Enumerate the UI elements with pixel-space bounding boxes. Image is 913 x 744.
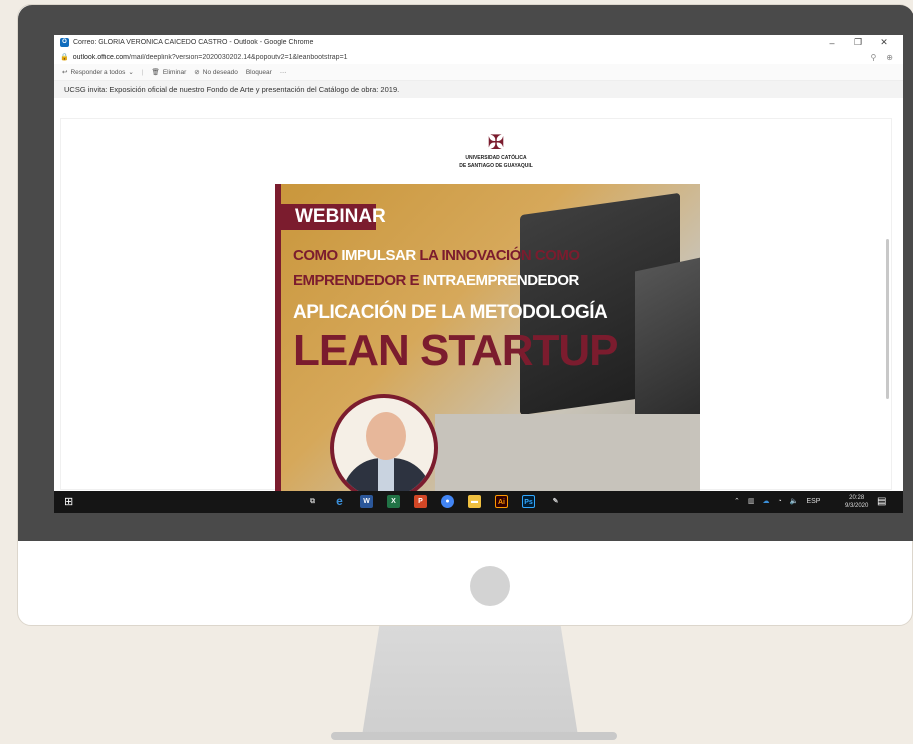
email-body: ✠ UNIVERSIDAD CATÓLICA DE SANTIAGO DE GU…: [60, 118, 892, 494]
banner-line-3: APLICACIÓN DE LA METODOLOGÍA: [293, 302, 608, 323]
system-tray: ⌃ ▥ ☁ ◔ 🔈 ESP: [734, 497, 820, 506]
second-monitor-image: [635, 256, 700, 432]
speaker-photo: [330, 394, 438, 494]
powerpoint-icon[interactable]: P: [414, 495, 427, 508]
illustrator-icon[interactable]: Ai: [495, 495, 508, 508]
scrollbar[interactable]: [886, 239, 889, 399]
wifi-icon[interactable]: ◔: [778, 498, 782, 505]
word-icon[interactable]: W: [360, 495, 373, 508]
notification-icon[interactable]: ▤: [877, 496, 886, 507]
mail-toolbar: ↩ Responder a todos ⌄ | 🗑 Eliminar ⊘ No …: [54, 64, 903, 81]
url-text[interactable]: outlook.office.com/mail/deeplink?version…: [73, 54, 871, 61]
chevron-up-icon[interactable]: ⌃: [734, 497, 740, 505]
language-indicator[interactable]: ESP: [806, 498, 820, 505]
banner-accent-bar: [275, 184, 281, 494]
monitor-base: [331, 732, 617, 740]
junk-button[interactable]: ⊘ No deseado: [194, 68, 238, 77]
maximize-button[interactable]: ❐: [845, 37, 871, 48]
block-button[interactable]: Bloquear: [246, 69, 272, 76]
desk-image: [435, 414, 700, 494]
clock-date: 9/3/2020: [845, 503, 869, 509]
reply-all-label: Responder a todos: [70, 68, 126, 76]
network-icon[interactable]: ▥: [748, 497, 755, 505]
junk-label: No deseado: [202, 68, 238, 76]
university-logo: ✠ UNIVERSIDAD CATÓLICA DE SANTIAGO DE GU…: [446, 133, 546, 169]
zoom-icon[interactable]: ⊕: [886, 53, 893, 62]
edge-icon[interactable]: e: [333, 495, 346, 508]
delete-button[interactable]: 🗑 Eliminar: [151, 68, 187, 77]
webinar-banner: WEBINAR COMO IMPULSAR LA INNOVACIÓN COMO…: [275, 184, 700, 494]
onedrive-icon[interactable]: ☁: [763, 497, 770, 505]
more-button[interactable]: ···: [280, 69, 287, 76]
title-bar: O Correo: GLORIA VERONICA CAICEDO CASTRO…: [54, 35, 903, 50]
browser-window: O Correo: GLORIA VERONICA CAICEDO CASTRO…: [54, 35, 903, 511]
key-icon[interactable]: ⚲: [870, 53, 876, 62]
monitor-stand: [362, 626, 578, 736]
logo-line-2: DE SANTIAGO DE GUAYAQUIL: [459, 163, 533, 169]
reply-all-button[interactable]: ↩ Responder a todos ⌄: [62, 68, 134, 77]
clock-time: 20:28: [849, 495, 865, 501]
power-button: [470, 566, 510, 606]
chevron-down-icon[interactable]: ⌄: [128, 68, 133, 76]
reply-all-icon: ↩: [62, 69, 68, 76]
task-view-icon[interactable]: ⧉: [306, 495, 319, 508]
window-title: Correo: GLORIA VERONICA CAICEDO CASTRO -…: [73, 39, 314, 46]
minimize-button[interactable]: –: [819, 38, 845, 48]
outlook-icon: O: [60, 38, 69, 47]
banner-line-2: EMPRENDEDOR E INTRAEMPRENDEDOR: [293, 272, 579, 289]
logo-line-1: UNIVERSIDAD CATÓLICA: [465, 155, 527, 161]
banner-headline: LEAN STARTUP: [293, 326, 619, 375]
trash-icon: 🗑: [151, 69, 160, 76]
file-explorer-icon[interactable]: ▬: [468, 495, 481, 508]
address-bar[interactable]: 🔒 outlook.office.com/mail/deeplink?versi…: [54, 50, 903, 64]
email-subject: UCSG invita: Exposición oficial de nuest…: [54, 81, 903, 98]
block-label: Bloquear: [245, 68, 272, 76]
cross-emblem-icon: ✠: [487, 132, 505, 154]
delete-label: Eliminar: [162, 68, 187, 76]
photoshop-icon[interactable]: Ps: [522, 495, 535, 508]
chrome-icon[interactable]: ●: [441, 495, 454, 508]
paint-icon[interactable]: ✎: [549, 495, 562, 508]
block-icon: ⊘: [194, 69, 200, 76]
windows-taskbar: ⊞ ⧉ e W X P ● ▬ Ai Ps ✎ ⌃ ▥ ☁ ◔ 🔈 ESP 20…: [54, 491, 903, 513]
volume-icon[interactable]: 🔈: [790, 497, 799, 505]
windows-start-icon[interactable]: ⊞: [64, 495, 73, 508]
close-button[interactable]: ✕: [871, 37, 897, 48]
banner-line-1: COMO IMPULSAR LA INNOVACIÓN COMO: [293, 247, 580, 264]
lock-icon: 🔒: [60, 54, 69, 61]
excel-icon[interactable]: X: [387, 495, 400, 508]
webinar-tag: WEBINAR: [281, 204, 386, 230]
clock[interactable]: 20:28 9/3/2020: [845, 494, 868, 510]
